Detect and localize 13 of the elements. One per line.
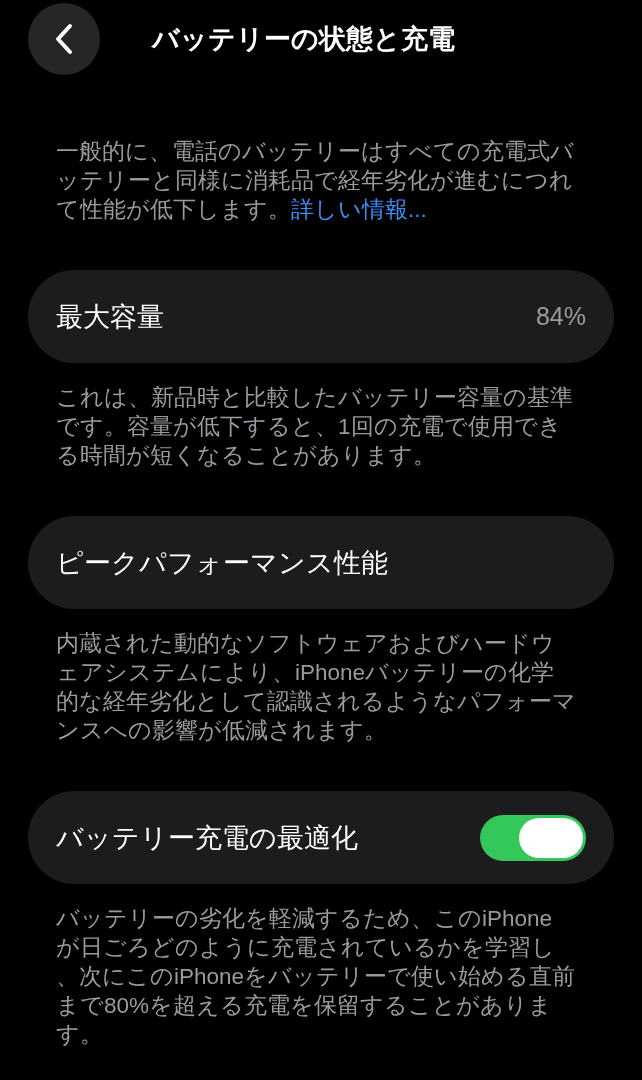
row-label: ピークパフォーマンス性能 (56, 546, 388, 580)
description-text: 内蔵された動的なソフトウェアおよびハードウェアシステムにより、iPhoneバッテリーの化学的な経年劣化として認識されるようなパフォーマンスへの影響が低減されます。 (55, 630, 577, 745)
row-label: 最大容量 (56, 300, 164, 334)
chevron-left-icon (54, 23, 74, 55)
description-text: これは、新品時と比較したバッテリー容量の基準です。容量が低下すると、1回の充電で使用できる時間が短くなることがあります。 (55, 384, 574, 470)
row-label: バッテリー充電の最適化 (56, 821, 358, 855)
description-text: バッテリーの劣化を軽減するため、このiPhoneが日ごろどのように充電されているかを学習し、次にこのiPhoneをバッテリーで使い始める直前まで80%を超える充電を保留することがあります。 (55, 905, 577, 1049)
intro-text: 一般的に、電話のバッテリーはすべての充電式バッテリーと同様に消耗品で経年劣化が進むにつれて性能が低下します。詳しい情報... (55, 138, 575, 224)
learn-more-link[interactable]: 詳しい情報... (291, 197, 427, 222)
toggle-switch[interactable] (480, 814, 586, 861)
row-value: 84% (535, 302, 586, 331)
page-title: バッテリーの状態と充電 (152, 23, 455, 56)
settings-row[interactable]: ピークパフォーマンス性能 (28, 516, 614, 609)
